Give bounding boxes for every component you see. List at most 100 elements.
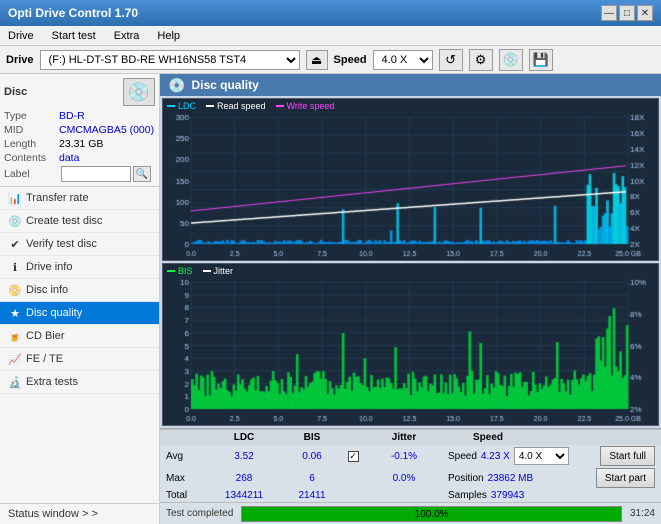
maximize-button[interactable]: □ bbox=[619, 5, 635, 21]
disc-mid-label: MID bbox=[4, 124, 59, 136]
avg-bis: 0.06 bbox=[282, 451, 342, 462]
sidebar-item-create-test-disc[interactable]: 💿 Create test disc bbox=[0, 210, 159, 233]
refresh-button[interactable]: ↺ bbox=[439, 49, 463, 71]
disc-quality-label: Disc quality bbox=[26, 307, 82, 319]
cd-bier-icon: 🍺 bbox=[8, 329, 22, 343]
disc-info-icon: 📀 bbox=[8, 283, 22, 297]
sidebar: Disc 💿 Type BD-R MID CMCMAGBA5 (000) Len… bbox=[0, 74, 160, 524]
disc-label-label: Label bbox=[4, 168, 59, 180]
ldc-legend-label: LDC bbox=[178, 101, 196, 111]
avg-label: Avg bbox=[166, 451, 206, 462]
disc-label-btn[interactable]: 🔍 bbox=[133, 166, 151, 182]
sidebar-item-drive-info[interactable]: ℹ Drive info bbox=[0, 256, 159, 279]
disc-label-input[interactable] bbox=[61, 166, 131, 182]
disc-length-label: Length bbox=[4, 138, 59, 150]
verify-test-disc-label: Verify test disc bbox=[26, 238, 97, 250]
speed-stat-select[interactable]: 4.0 X bbox=[514, 447, 569, 465]
total-label: Total bbox=[166, 490, 206, 501]
drive-label: Drive bbox=[6, 54, 34, 66]
speed-label: Speed bbox=[334, 54, 367, 66]
max-jitter: 0.0% bbox=[364, 473, 444, 484]
save-button[interactable]: 💾 bbox=[529, 49, 553, 71]
content-area: 💿 Disc quality LDC Read speed bbox=[160, 74, 661, 524]
jitter-legend-label: Jitter bbox=[214, 266, 234, 276]
status-time: 31:24 bbox=[630, 508, 655, 519]
ldc-header: LDC bbox=[210, 432, 278, 443]
start-full-button[interactable]: Start full bbox=[600, 446, 655, 466]
transfer-rate-label: Transfer rate bbox=[26, 192, 89, 204]
status-window-btn[interactable]: Status window > > bbox=[0, 503, 159, 524]
ldc-canvas bbox=[163, 99, 658, 260]
jitter-checkbox[interactable]: ✓ bbox=[348, 451, 359, 462]
bis-chart: BIS Jitter bbox=[162, 263, 659, 426]
title-bar: Opti Drive Control 1.70 — □ ✕ bbox=[0, 0, 661, 26]
minimize-button[interactable]: — bbox=[601, 5, 617, 21]
max-label: Max bbox=[166, 473, 206, 484]
fe-te-label: FE / TE bbox=[26, 353, 63, 365]
disc-type-label: Type bbox=[4, 110, 59, 122]
bis-header: BIS bbox=[282, 432, 342, 443]
position-value: 23862 MB bbox=[488, 473, 534, 484]
disc-mid-value: CMCMAGBA5 (000) bbox=[59, 124, 154, 136]
speed-select[interactable]: 4.0 X bbox=[373, 50, 433, 70]
position-label: Position bbox=[448, 473, 484, 484]
menu-start-test[interactable]: Start test bbox=[48, 29, 100, 43]
jitter-header: Jitter bbox=[364, 432, 444, 443]
sidebar-item-extra-tests[interactable]: 🔬 Extra tests bbox=[0, 371, 159, 394]
speed-stat-label: Speed bbox=[448, 451, 477, 462]
app-title: Opti Drive Control 1.70 bbox=[8, 6, 138, 20]
total-ldc: 1344211 bbox=[210, 490, 278, 501]
fe-te-icon: 📈 bbox=[8, 352, 22, 366]
create-test-disc-icon: 💿 bbox=[8, 214, 22, 228]
transfer-rate-icon: 📊 bbox=[8, 191, 22, 205]
disc-section-title: Disc bbox=[4, 86, 27, 98]
disc-button[interactable]: 💿 bbox=[499, 49, 523, 71]
sidebar-item-disc-info[interactable]: 📀 Disc info bbox=[0, 279, 159, 302]
disc-contents-label: Contents bbox=[4, 152, 59, 164]
eject-button[interactable]: ⏏ bbox=[306, 50, 328, 70]
disc-quality-icon: ★ bbox=[8, 306, 22, 320]
extra-tests-icon: 🔬 bbox=[8, 375, 22, 389]
status-window-label: Status window > > bbox=[8, 508, 98, 520]
bis-canvas bbox=[163, 264, 658, 425]
drive-select[interactable]: (F:) HL-DT-ST BD-RE WH16NS58 TST4 bbox=[40, 50, 300, 70]
speed-stat-value: 4.23 X bbox=[481, 451, 510, 462]
max-bis: 6 bbox=[282, 473, 342, 484]
disc-type-value: BD-R bbox=[59, 110, 85, 122]
drive-info-label: Drive info bbox=[26, 261, 72, 273]
max-ldc: 268 bbox=[210, 473, 278, 484]
menu-bar: Drive Start test Extra Help bbox=[0, 26, 661, 46]
start-part-button[interactable]: Start part bbox=[596, 468, 655, 488]
avg-jitter: -0.1% bbox=[364, 451, 444, 462]
menu-help[interactable]: Help bbox=[153, 29, 184, 43]
sidebar-item-verify-test-disc[interactable]: ✔ Verify test disc bbox=[0, 233, 159, 256]
progress-text: 100.0% bbox=[242, 507, 621, 522]
bis-legend-label: BIS bbox=[178, 266, 193, 276]
drive-info-icon: ℹ bbox=[8, 260, 22, 274]
menu-extra[interactable]: Extra bbox=[110, 29, 144, 43]
settings-button[interactable]: ⚙ bbox=[469, 49, 493, 71]
disc-contents-value: data bbox=[59, 152, 79, 164]
read-speed-legend-label: Read speed bbox=[217, 101, 266, 111]
close-button[interactable]: ✕ bbox=[637, 5, 653, 21]
sidebar-item-disc-quality[interactable]: ★ Disc quality bbox=[0, 302, 159, 325]
status-text: Test completed bbox=[166, 508, 233, 519]
verify-test-disc-icon: ✔ bbox=[8, 237, 22, 251]
extra-tests-label: Extra tests bbox=[26, 376, 78, 388]
samples-value: 379943 bbox=[491, 490, 524, 501]
total-bis: 21411 bbox=[282, 490, 342, 501]
sidebar-item-fe-te[interactable]: 📈 FE / TE bbox=[0, 348, 159, 371]
cd-bier-label: CD Bier bbox=[26, 330, 65, 342]
sidebar-item-cd-bier[interactable]: 🍺 CD Bier bbox=[0, 325, 159, 348]
ldc-chart: LDC Read speed Write speed bbox=[162, 98, 659, 261]
disc-info-label: Disc info bbox=[26, 284, 68, 296]
disc-icon-btn[interactable]: 💿 bbox=[123, 78, 155, 106]
avg-ldc: 3.52 bbox=[210, 451, 278, 462]
sidebar-item-transfer-rate[interactable]: 📊 Transfer rate bbox=[0, 187, 159, 210]
menu-drive[interactable]: Drive bbox=[4, 29, 38, 43]
create-test-disc-label: Create test disc bbox=[26, 215, 102, 227]
samples-label: Samples bbox=[448, 490, 487, 501]
write-speed-legend-label: Write speed bbox=[287, 101, 335, 111]
speed-header: Speed bbox=[448, 432, 528, 443]
disc-length-value: 23.31 GB bbox=[59, 138, 103, 150]
